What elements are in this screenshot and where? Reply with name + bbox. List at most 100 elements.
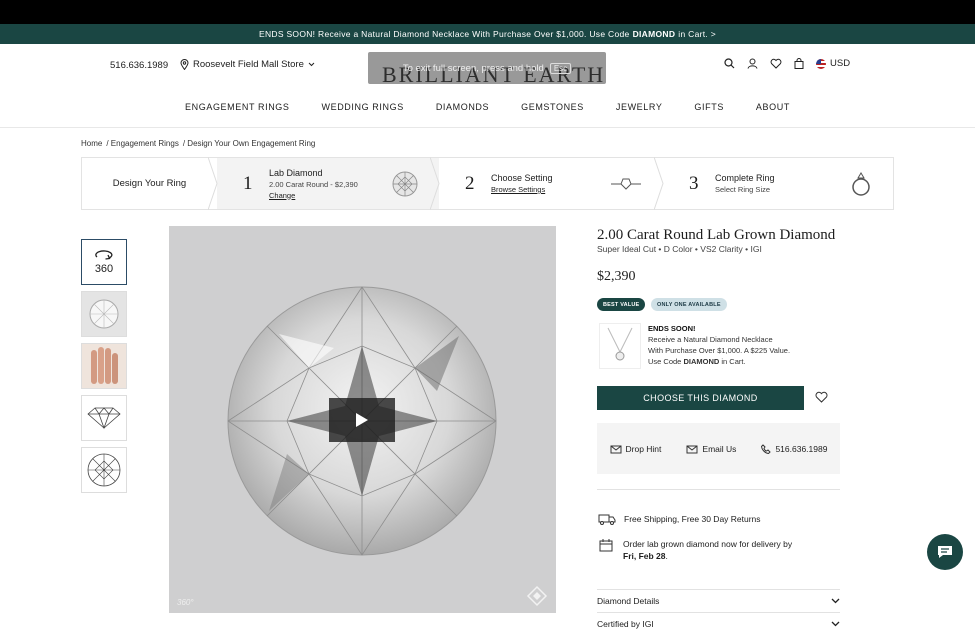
breadcrumb: Home / Engagement Rings / Design Your Ow… [81, 139, 315, 148]
diamond-profile-icon [87, 407, 121, 430]
step-choose-setting[interactable]: 2 Choose Setting Browse Settings [439, 157, 664, 210]
store-selector[interactable]: Roosevelt Field Mall Store [180, 59, 315, 70]
delivery-date: Fri, Feb 28 [623, 551, 666, 561]
contact-actions: Drop Hint Email Us 516.636.1989 [597, 423, 840, 474]
search-icon[interactable] [724, 58, 735, 69]
chat-button[interactable] [927, 534, 963, 570]
chat-bubble-icon [938, 546, 952, 558]
fullscreen-notice-text: To exit full screen, press and hold [402, 62, 544, 74]
promo-text-end: in Cart. > [678, 29, 717, 39]
diamond-video-player[interactable]: 360° [169, 226, 556, 613]
product-title: 2.00 Carat Round Lab Grown Diamond [597, 227, 836, 243]
shopping-bag-icon[interactable] [794, 58, 804, 69]
nav-about[interactable]: ABOUT [756, 102, 790, 112]
breadcrumb-design-your-own[interactable]: / Design Your Own Engagement Ring [183, 139, 316, 148]
delivery-text: Order lab grown diamond now for delivery… [623, 539, 793, 549]
only-one-badge: ONLY ONE AVAILABLE [651, 298, 727, 311]
step-subtitle: Select Ring Size [715, 185, 771, 194]
step-complete-ring[interactable]: 3 Complete Ring Select Ring Size [663, 158, 893, 209]
ring-setting-icon [611, 178, 641, 190]
currency-selector[interactable]: USD [816, 58, 850, 69]
phone-icon [761, 443, 772, 454]
rotate-360-icon [95, 250, 113, 260]
nav-jewelry[interactable]: JEWELRY [616, 102, 663, 112]
media-thumbnails: 360 [81, 239, 127, 499]
header-icons: USD [724, 58, 850, 69]
change-diamond-link[interactable]: Change [269, 191, 358, 200]
delivery-info: Order lab grown diamond now for delivery… [599, 538, 792, 562]
product-price: $2,390 [597, 269, 636, 284]
step-number: 2 [465, 172, 475, 194]
main-nav: ENGAGEMENT RINGS WEDDING RINGS DIAMONDS … [0, 102, 975, 112]
promo-text: ENDS SOON! Receive a Natural Diamond Nec… [258, 29, 630, 39]
offer-heading: ENDS SOON! [648, 324, 696, 333]
diamond-photo-icon [82, 292, 126, 336]
choose-diamond-button[interactable]: CHOOSE THIS DIAMOND [597, 386, 804, 410]
drop-hint-label: Drop Hint [625, 443, 662, 454]
accordion-diamond-details[interactable]: Diamond Details [597, 589, 840, 611]
accordion-label: Diamond Details [597, 595, 660, 606]
location-pin-icon [180, 59, 189, 70]
thumb-360[interactable]: 360 [81, 239, 127, 285]
site-header: 516.636.1989 Roosevelt Field Mall Store … [0, 44, 975, 128]
nav-gifts[interactable]: GIFTS [694, 102, 724, 112]
shipping-info: Free Shipping, Free 30 Day Returns [598, 513, 761, 525]
offer-code-suffix: in Cart. [721, 357, 746, 366]
header-phone[interactable]: 516.636.1989 [110, 60, 168, 71]
hand-photo-icon [82, 344, 126, 388]
step-divider [654, 157, 664, 210]
thumb-top-view[interactable] [81, 447, 127, 493]
thumb-side-profile[interactable] [81, 395, 127, 441]
offer-line: Receive a Natural Diamond Necklace [648, 335, 773, 344]
truck-icon [598, 514, 616, 525]
step-divider [208, 157, 218, 210]
badge-360: 360° [177, 598, 194, 607]
necklace-icon [607, 327, 633, 361]
step-lab-diamond[interactable]: 1 Lab Diamond 2.00 Carat Round - $2,390 … [217, 157, 440, 210]
wishlist-heart-icon[interactable] [770, 58, 782, 69]
chevron-down-icon [831, 598, 840, 603]
round-diamond-icon [392, 171, 418, 197]
nav-engagement-rings[interactable]: ENGAGEMENT RINGS [185, 102, 289, 112]
accordion-certified-igi[interactable]: Certified by IGI [597, 612, 840, 634]
offer-line: With Purchase Over $1,000. A $225 Value. [648, 346, 791, 355]
thumb-hand-view[interactable] [81, 343, 127, 389]
thumb-diamond-photo[interactable] [81, 291, 127, 337]
email-us-action[interactable]: Email Us [686, 444, 736, 454]
store-name: Roosevelt Field Mall Store [193, 59, 304, 70]
nav-diamonds[interactable]: DIAMONDS [436, 102, 489, 112]
nav-gemstones[interactable]: GEMSTONES [521, 102, 584, 112]
shipping-text: Free Shipping, Free 30 Day Returns [624, 514, 761, 524]
hint-envelope-icon [610, 445, 621, 453]
step-number: 1 [243, 172, 253, 194]
promo-code: DIAMOND [632, 29, 676, 39]
offer-details: ENDS SOON! Receive a Natural Diamond Nec… [648, 323, 790, 367]
email-us-label: Email Us [702, 443, 737, 454]
promo-banner[interactable]: ENDS SOON! Receive a Natural Diamond Nec… [0, 24, 975, 44]
step-title: Lab Diamond [269, 167, 323, 178]
accordion-label: Certified by IGI [597, 618, 654, 629]
step-intro-label: Design Your Ring [112, 178, 187, 189]
drop-hint-action[interactable]: Drop Hint [610, 443, 662, 454]
offer-code: DIAMOND [683, 357, 720, 366]
section-divider [597, 489, 840, 490]
thumb-360-label: 360 [94, 263, 114, 275]
fullscreen-notice: To exit full screen, press and hold Esc [368, 52, 606, 84]
email-icon [686, 445, 698, 453]
step-title: Complete Ring [715, 173, 775, 183]
account-icon[interactable] [747, 58, 758, 69]
breadcrumb-engagement-rings[interactable]: / Engagement Rings [106, 139, 179, 148]
step-divider [430, 157, 440, 210]
ring-icon [852, 172, 870, 196]
favorite-heart-icon[interactable] [815, 391, 828, 403]
call-action[interactable]: 516.636.1989 [761, 444, 827, 454]
breadcrumb-home[interactable]: Home [81, 139, 102, 148]
diamond-top-view-icon [87, 453, 121, 487]
browse-settings-link[interactable]: Browse Settings [491, 185, 553, 194]
calendar-icon [599, 539, 613, 552]
nav-wedding-rings[interactable]: WEDDING RINGS [322, 102, 404, 112]
ring-builder-steps: Design Your Ring 1 Lab Diamond 2.00 Cara… [81, 157, 894, 210]
browser-top-bar [0, 0, 975, 24]
play-icon [356, 413, 368, 427]
play-button[interactable] [329, 398, 395, 442]
